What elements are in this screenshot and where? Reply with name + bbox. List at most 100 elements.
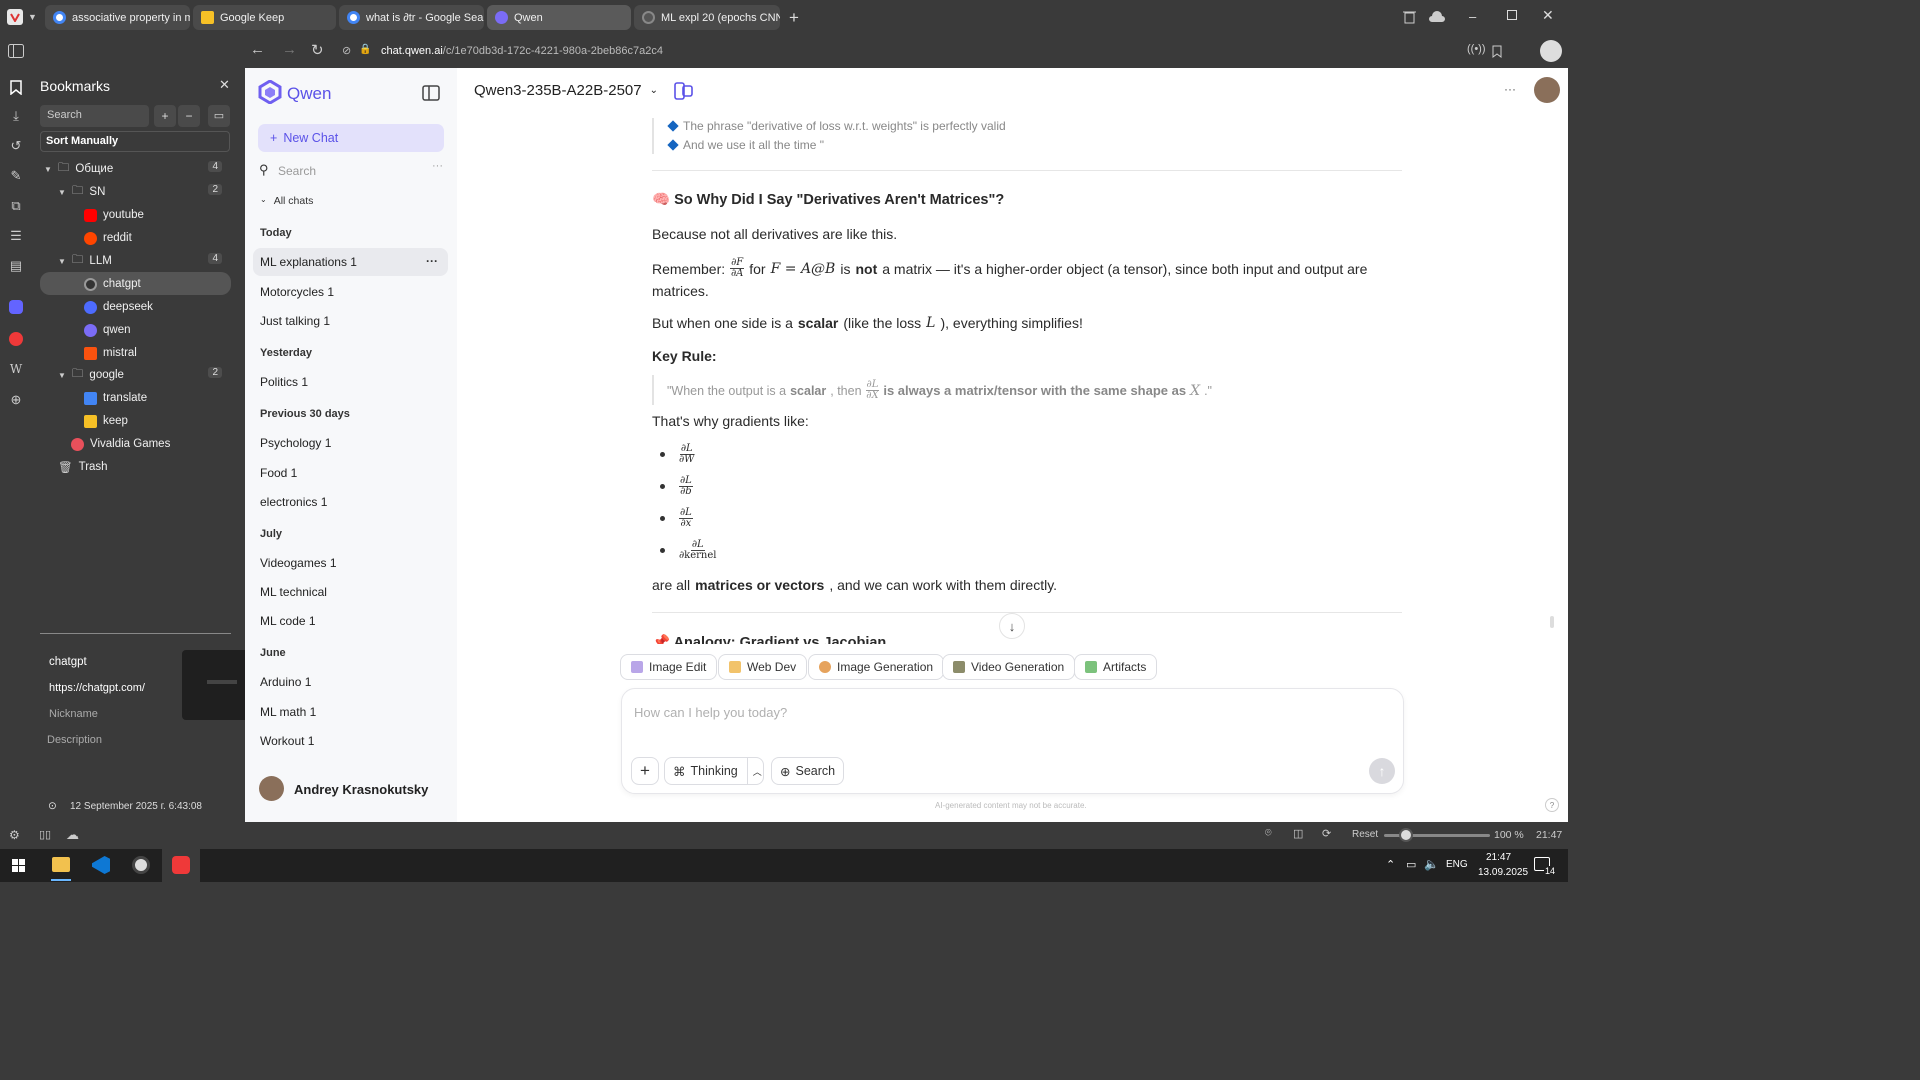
bm-detail-url[interactable]: https://chatgpt.com/ [49, 682, 145, 694]
panel-toggle-icon[interactable] [8, 43, 24, 59]
bm-folder-google[interactable]: ▼ 🗀 google 2 [58, 364, 230, 386]
chat-options-icon[interactable]: ··· [426, 254, 438, 268]
tab-google-search[interactable]: what is ∂tr - Google Search [339, 5, 484, 30]
chip-video-generation[interactable]: Video Generation [942, 654, 1076, 680]
notes-icon[interactable]: ✎ [7, 168, 25, 186]
scrollbar-thumb[interactable] [1550, 616, 1554, 628]
forward-button[interactable]: → [282, 41, 297, 58]
qwen-logo-icon[interactable] [258, 80, 282, 104]
tab-menu-chevron-icon[interactable]: ▼ [28, 12, 37, 22]
vivaldi-social-icon[interactable] [9, 332, 23, 346]
bookmark-icon[interactable] [1491, 43, 1503, 59]
search-toggle[interactable]: ⊕ Search [771, 757, 845, 785]
sort-select[interactable]: Sort Manually [40, 131, 230, 152]
tile-toggle-icon[interactable]: ◫ [1293, 827, 1303, 840]
language-indicator[interactable]: ENG [1446, 859, 1468, 870]
back-button[interactable]: ← [250, 41, 265, 58]
wikipedia-icon[interactable]: W [7, 362, 25, 380]
translate-icon[interactable]: ⧉ [7, 198, 25, 216]
help-button[interactable]: ? [1545, 798, 1559, 812]
chip-image-edit[interactable]: Image Edit [620, 654, 718, 680]
bm-folder-llm[interactable]: ▼ 🗀 LLM 4 [58, 250, 230, 272]
taskbar-date[interactable]: 13.09.2025 [1478, 867, 1528, 878]
chat-input[interactable]: How can I help you today? [634, 705, 787, 720]
bm-mistral[interactable]: mistral [84, 342, 137, 364]
attach-button[interactable]: + [631, 757, 659, 785]
network-icon[interactable]: ▭ [1406, 858, 1416, 871]
settings-gear-icon[interactable]: ⚙ [9, 828, 20, 842]
compare-models-icon[interactable] [673, 81, 693, 101]
site-settings-icon[interactable]: ⊘ [342, 44, 351, 57]
zoom-reset[interactable]: Reset [1352, 829, 1378, 840]
chip-web-dev[interactable]: Web Dev [718, 654, 808, 680]
bm-translate[interactable]: translate [84, 387, 147, 409]
bm-youtube[interactable]: youtube [84, 204, 144, 226]
start-button-icon[interactable] [12, 859, 25, 872]
bm-detail-name[interactable]: chatgpt [49, 656, 87, 668]
bookmark-search-input[interactable]: Search [40, 105, 149, 127]
close-window-button[interactable]: ✕ [1542, 7, 1554, 24]
tiling-icon[interactable]: ▯▯ [39, 828, 51, 841]
chat-item[interactable]: electronics 1 [253, 488, 448, 516]
vivaldi-taskbar-item[interactable] [162, 849, 200, 882]
more-options-icon[interactable]: ··· [432, 160, 443, 172]
chat-item[interactable]: Workout 1 [253, 727, 448, 755]
chat-item[interactable]: Just talking 1 [253, 307, 448, 335]
chat-item[interactable]: ML technical [253, 578, 448, 606]
chat-item[interactable]: Psychology 1 [253, 429, 448, 457]
mastodon-icon[interactable] [9, 300, 23, 314]
tab-associative[interactable]: associative property in mul [45, 5, 190, 30]
app-icon[interactable] [132, 856, 150, 874]
maximize-button[interactable] [1507, 10, 1517, 20]
capture-icon[interactable]: ⌾ [1265, 827, 1272, 840]
page-actions-icon[interactable]: ⟳ [1322, 827, 1331, 840]
sync-cloud-icon[interactable]: ☁ [66, 827, 79, 843]
vivaldi-menu-icon[interactable] [7, 9, 23, 25]
chat-item[interactable]: Motorcycles 1 [253, 278, 448, 306]
vscode-icon[interactable] [92, 856, 110, 874]
tab-qwen[interactable]: Qwen [487, 5, 631, 30]
remove-bookmark-button[interactable]: − [178, 105, 200, 127]
bm-qwen[interactable]: qwen [84, 319, 131, 341]
bm-chatgpt[interactable]: chatgpt [84, 273, 141, 295]
mail-icon[interactable]: ☰ [7, 228, 25, 246]
minimize-button[interactable]: – [1469, 9, 1476, 24]
taskbar-time[interactable]: 21:47 [1486, 852, 1511, 863]
bm-keep[interactable]: keep [84, 410, 128, 432]
reload-button[interactable]: ↻ [311, 41, 324, 59]
chevron-up-icon[interactable]: ︿ [753, 765, 762, 778]
bm-detail-description[interactable]: Description [47, 734, 102, 746]
downloads-icon[interactable]: ⤓ [7, 108, 25, 126]
tab-ml-expl[interactable]: ML expl 20 (epochs CNN) [634, 5, 780, 30]
chat-item[interactable]: ML math 1 [253, 698, 448, 726]
add-panel-icon[interactable]: ⊕ [7, 392, 25, 410]
bm-detail-nickname[interactable]: Nickname [49, 708, 98, 720]
send-button[interactable]: ↑ [1369, 758, 1395, 784]
sidebar-toggle-icon[interactable] [421, 84, 441, 102]
reader-icon[interactable]: ▤ [7, 258, 25, 276]
bm-folder-obshchie[interactable]: ▼ 🗀 Общие 4 [44, 158, 230, 180]
trash-icon[interactable] [1401, 9, 1417, 25]
user-avatar[interactable] [1534, 77, 1560, 103]
model-selector[interactable]: Qwen3-235B-A22B-2507 ⌄ [474, 82, 658, 99]
new-tab-button[interactable]: + [789, 8, 799, 28]
bm-trash[interactable]: 🗑 Trash [58, 456, 108, 478]
chip-image-generation[interactable]: Image Generation [808, 654, 945, 680]
bm-vivaldia-games[interactable]: Vivaldia Games [71, 433, 170, 455]
profile-avatar[interactable] [1540, 40, 1562, 62]
chip-artifacts[interactable]: Artifacts [1074, 654, 1158, 680]
chat-item[interactable]: Videogames 1 [253, 549, 448, 577]
thinking-toggle[interactable]: ⌘ Thinking ︿ [664, 757, 764, 785]
close-panel-button[interactable]: ✕ [219, 77, 230, 93]
chat-item[interactable]: Food 1 [253, 459, 448, 487]
bm-folder-sn[interactable]: ▼ 🗀 SN 2 [58, 181, 230, 203]
chat-item-active[interactable]: ML explanations 1 ··· [253, 248, 448, 276]
bm-reddit[interactable]: reddit [84, 227, 132, 249]
all-chats-toggle[interactable]: ⌄ All chats [260, 195, 313, 207]
new-chat-button[interactable]: + New Chat [258, 124, 444, 152]
qwen-logo-text[interactable]: Qwen [287, 84, 331, 104]
chat-item[interactable]: Arduino 1 [253, 668, 448, 696]
chat-search-input[interactable]: Search [278, 164, 316, 178]
more-options-icon[interactable]: ··· [1504, 82, 1516, 96]
history-icon[interactable]: ↺ [7, 138, 25, 156]
